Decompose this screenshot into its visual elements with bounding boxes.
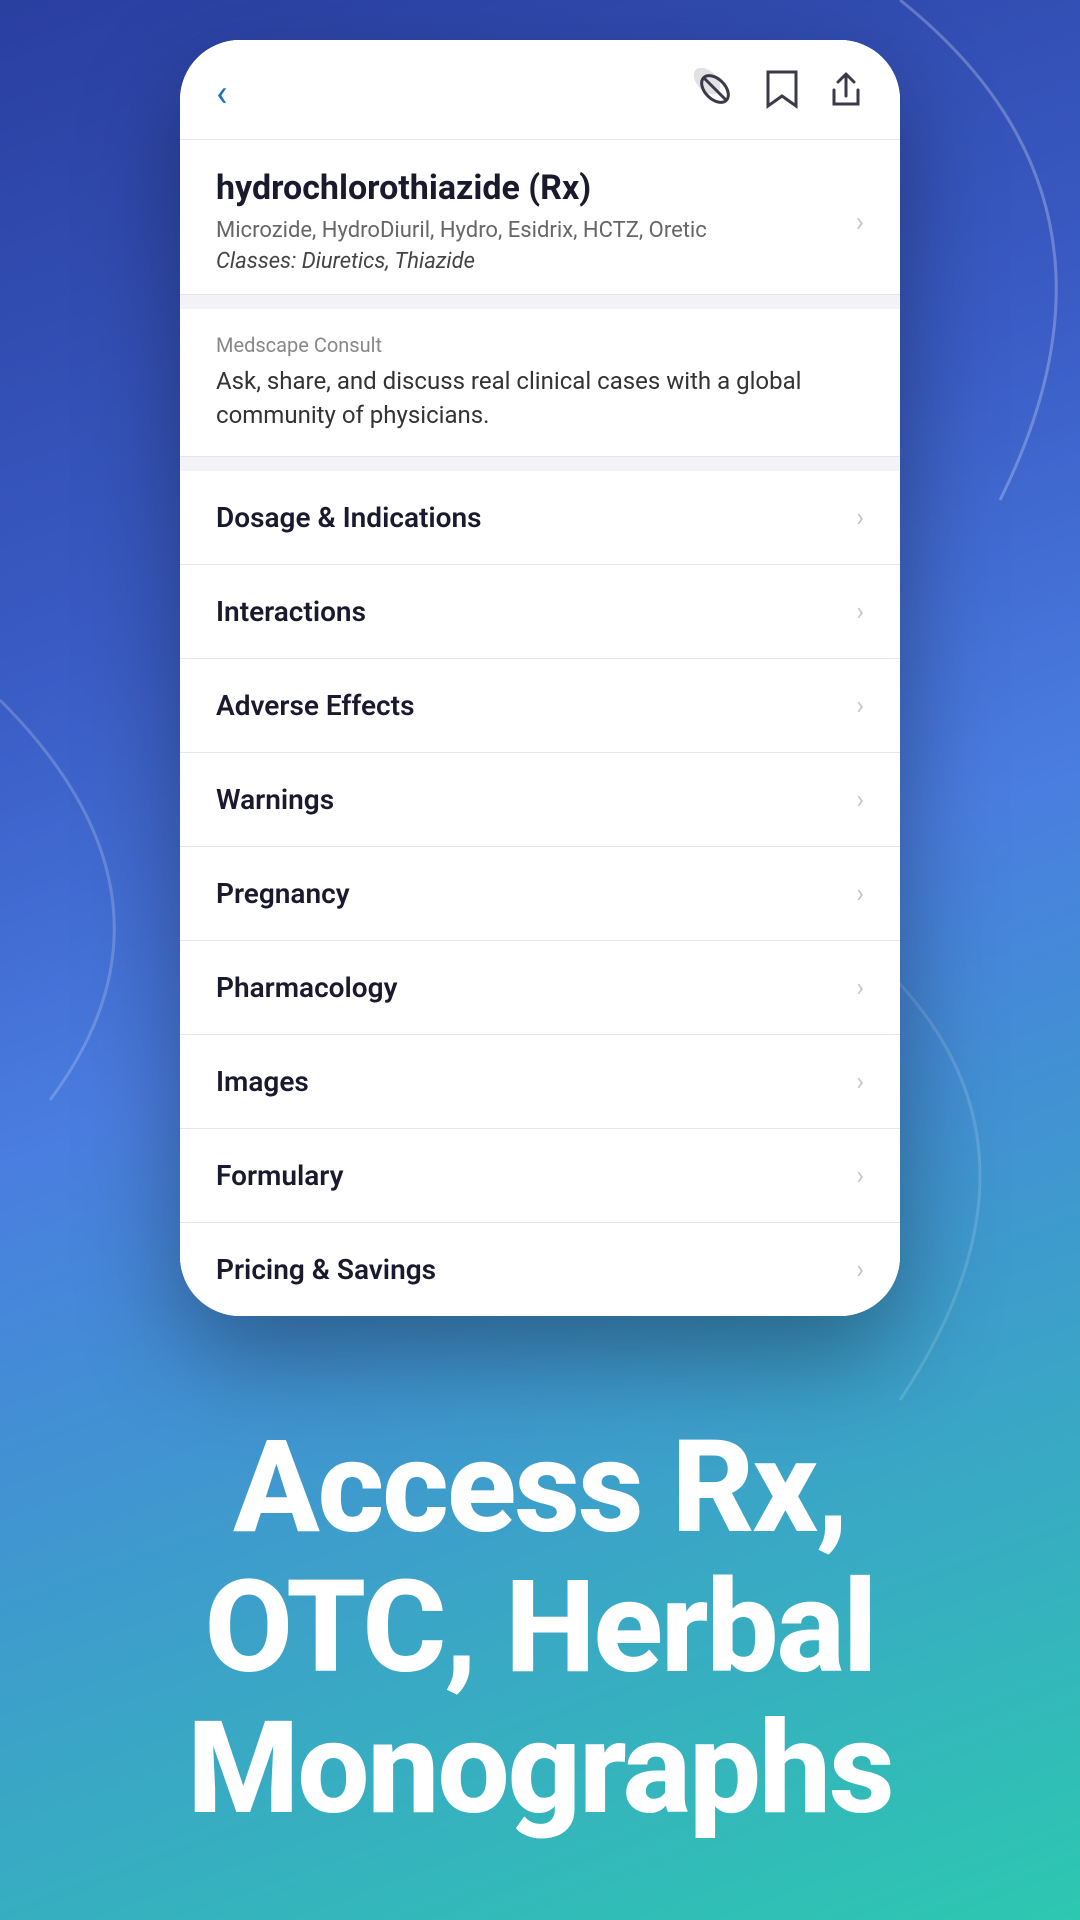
drug-aliases: Microzide, HydroDiuril, Hydro, Esidrix, …: [216, 218, 856, 243]
menu-label-pregnancy: Pregnancy: [216, 877, 350, 910]
menu-label-dosage: Dosage & Indications: [216, 501, 482, 534]
menu-list: Dosage & Indications › Interactions › Ad…: [180, 471, 900, 1316]
chevron-interactions: ›: [856, 597, 864, 627]
class-label: Classes:: [216, 249, 296, 274]
drug-class: Classes: Diuretics, Thiazide: [216, 249, 856, 274]
menu-label-warnings: Warnings: [216, 783, 334, 816]
menu-item-formulary[interactable]: Formulary ›: [180, 1129, 900, 1223]
menu-item-interactions[interactable]: Interactions ›: [180, 565, 900, 659]
menu-label-formulary: Formulary: [216, 1159, 344, 1192]
chevron-adverse-effects: ›: [856, 691, 864, 721]
consult-section: Medscape Consult Ask, share, and discuss…: [180, 309, 900, 457]
consult-text: Ask, share, and discuss real clinical ca…: [216, 365, 864, 432]
chevron-formulary: ›: [856, 1161, 864, 1191]
pill-icon[interactable]: [694, 68, 736, 119]
bottom-heading-line2: OTC, Herbal: [60, 1558, 1020, 1699]
consult-label: Medscape Consult: [216, 333, 864, 357]
chevron-pregnancy: ›: [856, 879, 864, 909]
drug-header[interactable]: hydrochlorothiazide (Rx) Microzide, Hydr…: [180, 140, 900, 295]
top-icons-group: [694, 68, 864, 119]
bookmark-icon[interactable]: [764, 68, 800, 119]
menu-item-dosage[interactable]: Dosage & Indications ›: [180, 471, 900, 565]
phone-frame: ‹: [180, 40, 900, 1316]
menu-label-adverse-effects: Adverse Effects: [216, 689, 414, 722]
menu-label-pharmacology: Pharmacology: [216, 971, 397, 1004]
drug-name: hydrochlorothiazide (Rx): [216, 168, 856, 208]
menu-label-images: Images: [216, 1065, 309, 1098]
bottom-text-block: Access Rx, OTC, Herbal Monographs: [0, 1418, 1080, 1840]
chevron-pricing: ›: [856, 1255, 864, 1285]
menu-item-pharmacology[interactable]: Pharmacology ›: [180, 941, 900, 1035]
menu-item-warnings[interactable]: Warnings ›: [180, 753, 900, 847]
menu-label-interactions: Interactions: [216, 595, 366, 628]
class-value: Diuretics, Thiazide: [296, 249, 475, 274]
back-button[interactable]: ‹: [216, 72, 227, 116]
phone-screen: ‹: [180, 40, 900, 1316]
chevron-pharmacology: ›: [856, 973, 864, 1003]
menu-item-pregnancy[interactable]: Pregnancy ›: [180, 847, 900, 941]
drug-info: hydrochlorothiazide (Rx) Microzide, Hydr…: [216, 168, 856, 274]
chevron-warnings: ›: [856, 785, 864, 815]
menu-item-adverse-effects[interactable]: Adverse Effects ›: [180, 659, 900, 753]
drug-header-chevron: ›: [856, 205, 864, 238]
bottom-heading-line1: Access Rx,: [60, 1418, 1020, 1559]
chevron-dosage: ›: [856, 503, 864, 533]
phone-mockup: ‹: [180, 40, 900, 1316]
menu-item-images[interactable]: Images ›: [180, 1035, 900, 1129]
chevron-images: ›: [856, 1067, 864, 1097]
bottom-heading-line3: Monographs: [60, 1699, 1020, 1840]
share-icon[interactable]: [828, 68, 864, 119]
menu-item-pricing[interactable]: Pricing & Savings ›: [180, 1223, 900, 1316]
menu-label-pricing: Pricing & Savings: [216, 1253, 436, 1286]
top-bar: ‹: [180, 40, 900, 140]
